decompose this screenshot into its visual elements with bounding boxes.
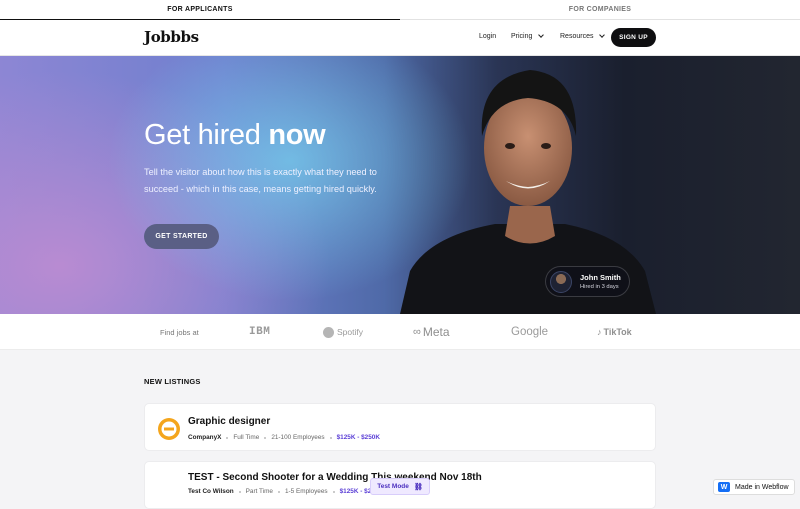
chevron-down-icon — [538, 32, 545, 38]
separator-dot — [238, 490, 241, 493]
listing-meta: CompanyX Full Time 21-100 Employees $125… — [188, 434, 380, 441]
pricing-label: Pricing — [511, 33, 533, 40]
signup-button[interactable]: SIGN UP — [611, 28, 656, 47]
hero-title: Get hired now — [144, 119, 326, 152]
login-link[interactable]: Login — [479, 33, 496, 40]
logo-strip-label: Find jobs at — [160, 328, 199, 337]
pricing-dropdown[interactable]: Pricing — [511, 32, 545, 40]
listing-type: Full Time — [233, 434, 260, 441]
listings-heading: NEW LISTINGS — [144, 377, 201, 386]
listing-type: Part Time — [245, 488, 273, 495]
avatar — [550, 270, 572, 293]
test-mode-label: Test Mode — [377, 483, 409, 490]
hero-section: Get hired now Tell the visitor about how… — [0, 56, 800, 314]
link-icon: ⛓ — [413, 483, 423, 491]
hero-lead: Tell the visitor about how this is exact… — [144, 167, 377, 194]
testimonial-name: John Smith — [580, 273, 621, 282]
logo[interactable]: Jobbbs — [144, 28, 199, 46]
hero-title-bold: now — [268, 119, 326, 151]
webflow-label: Made in Webflow — [735, 483, 789, 491]
separator-dot — [226, 436, 229, 439]
navbar: Jobbbs Login Pricing Resources SIGN UP — [0, 20, 800, 56]
hero-title-regular: Get hired — [144, 119, 269, 151]
brand-meta-label: Meta — [422, 325, 450, 339]
brand-ibm: IBM — [249, 326, 271, 338]
chevron-down-icon — [599, 32, 606, 38]
listing-size: 21-100 Employees — [271, 434, 325, 441]
spotify-icon — [323, 326, 334, 338]
logo-strip: Find jobs at IBM Spotify ∞ Meta Google ♪… — [0, 314, 800, 350]
made-in-webflow-badge[interactable]: W Made in Webflow — [713, 479, 795, 495]
audience-tabs: FOR APPLICANTS FOR COMPANIES — [0, 0, 800, 20]
listing-size: 1-5 Employees — [284, 488, 328, 495]
resources-dropdown[interactable]: Resources — [560, 32, 606, 40]
listing-title: TEST - Second Shooter for a Wedding This… — [188, 472, 482, 483]
listing-title: Graphic designer — [188, 416, 271, 427]
brand-meta: ∞ Meta — [413, 324, 450, 340]
brand-tiktok-label: TikTok — [603, 327, 632, 337]
listing-salary: $125K - $250K — [336, 434, 380, 441]
brand-google: Google — [511, 326, 549, 338]
testimonial-subtitle: Hired in 3 days — [580, 284, 619, 290]
login-label: Login — [479, 33, 497, 40]
resources-label: Resources — [560, 33, 594, 40]
separator-dot — [277, 490, 280, 493]
listing-meta: Test Co Wilson Part Time 1-5 Employees $… — [188, 488, 375, 495]
listing-company: CompanyX — [188, 434, 222, 441]
meta-icon: ∞ — [413, 326, 421, 338]
webflow-icon: W — [718, 482, 730, 492]
brand-tiktok: ♪ TikTok — [597, 324, 632, 340]
test-mode-badge[interactable]: Test Mode ⛓ — [370, 478, 430, 495]
tab-for-applicants[interactable]: FOR APPLICANTS — [0, 0, 400, 20]
separator-dot — [329, 436, 332, 439]
listing-company: Test Co Wilson — [188, 488, 234, 495]
separator-dot — [264, 436, 267, 439]
tiktok-icon: ♪ — [597, 327, 602, 337]
tab-for-companies[interactable]: FOR COMPANIES — [400, 0, 800, 20]
get-started-button[interactable]: GET STARTED — [144, 224, 219, 249]
separator-dot — [332, 490, 335, 493]
brand-spotify: Spotify — [323, 324, 363, 340]
testimonial-card: John Smith Hired in 3 days — [545, 266, 630, 297]
company-badge-icon — [158, 418, 180, 440]
listing-card[interactable]: Graphic designer CompanyX Full Time 21-1… — [144, 403, 656, 451]
brand-spotify-label: Spotify — [337, 327, 363, 337]
